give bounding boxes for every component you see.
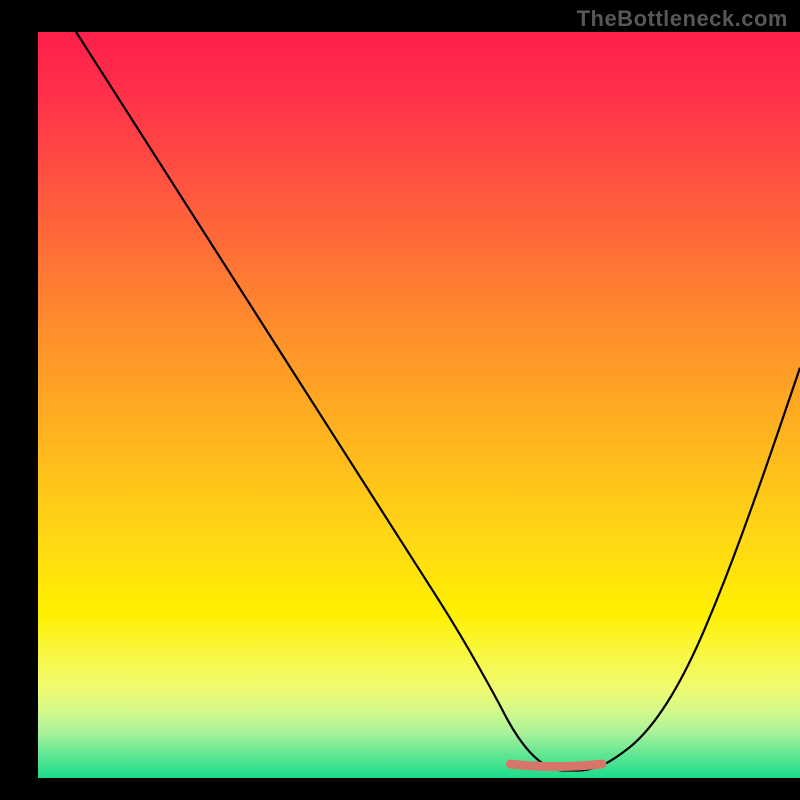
minimum-band [510, 764, 601, 767]
watermark-text: TheBottleneck.com [577, 6, 788, 32]
bottleneck-curve-chart [0, 0, 800, 800]
chart-container: TheBottleneck.com [0, 0, 800, 800]
plot-background [38, 32, 800, 778]
